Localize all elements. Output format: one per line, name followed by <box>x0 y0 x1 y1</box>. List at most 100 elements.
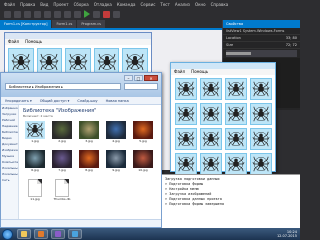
spider-image[interactable] <box>175 103 197 125</box>
properties-object-selector[interactable]: listView1 System.Windows.Forms <box>223 28 300 35</box>
form-menu-item[interactable]: Помощь <box>191 69 208 75</box>
spider-image[interactable] <box>175 153 197 175</box>
new-project-icon[interactable] <box>24 10 31 18</box>
clock-date[interactable]: 12.07.2015 <box>277 234 297 239</box>
save-all-icon[interactable] <box>54 10 61 18</box>
property-value[interactable]: 33; 80 <box>286 35 300 41</box>
menu-item[interactable]: Сборка <box>74 2 89 7</box>
menu-item[interactable]: Проект <box>53 2 68 7</box>
image-thumbnail <box>106 121 126 139</box>
document-tab[interactable]: Program.cs <box>77 20 105 28</box>
image-thumbnail <box>133 150 153 168</box>
taskbar-button-media[interactable] <box>34 229 48 239</box>
spider-image[interactable] <box>225 128 247 150</box>
spider-image[interactable] <box>200 128 222 150</box>
thumbnail-item[interactable]: 10.jpg <box>131 150 155 176</box>
thumbnail-item[interactable]: 9.jpg <box>104 150 128 176</box>
taskbar-button-app[interactable] <box>68 229 82 239</box>
menu-item[interactable]: Отладка <box>94 2 112 7</box>
thumbnail-item[interactable]: 8.jpg <box>77 150 101 176</box>
menu-item[interactable]: Команда <box>117 2 136 7</box>
spider-image[interactable] <box>250 78 272 100</box>
toolbar-button[interactable]: Упорядочить ▾ <box>5 97 32 104</box>
menu-item[interactable]: Тест <box>160 2 169 7</box>
menu-item[interactable]: Вид <box>40 2 48 7</box>
library-status-bar <box>1 219 161 227</box>
spider-image[interactable] <box>250 103 272 125</box>
thumbnail-item[interactable]: 6.jpg <box>23 150 47 176</box>
start-button[interactable] <box>2 228 13 240</box>
menu-item[interactable]: Файл <box>4 2 15 7</box>
open-icon[interactable] <box>34 10 41 18</box>
form-menu-item[interactable]: Помощь <box>25 39 42 45</box>
spider-image[interactable] <box>175 128 197 150</box>
start-debug-icon[interactable] <box>84 10 90 18</box>
properties-slider[interactable] <box>226 50 297 57</box>
thumbnail-item[interactable]: 5.jpg <box>131 121 155 147</box>
thumbnail-grid: 1.jpg 2.jpg 3.jpg 4.jpg 5.jpg 6.jpg 7.jpg 8.jpg… <box>23 121 159 205</box>
library-window: – □ ✕ Библиотеки ▸ Изображения ▸ Упорядо… <box>0 72 162 228</box>
undo-icon[interactable] <box>64 10 71 18</box>
thumbnail-item[interactable]: 11.jpg <box>23 179 47 205</box>
pause-icon[interactable] <box>93 10 100 18</box>
taskbar-button-explorer[interactable] <box>17 229 31 239</box>
thumbnail-label: 8.jpg <box>85 168 93 172</box>
thumbnail-label: 11.jpg <box>30 197 40 201</box>
form-menu-item[interactable]: Файл <box>8 39 19 45</box>
spider-image[interactable] <box>225 153 247 175</box>
search-input[interactable] <box>124 83 158 90</box>
image-thumbnail <box>106 150 126 168</box>
minimize-button[interactable]: – <box>124 75 133 81</box>
spider-image[interactable] <box>225 103 247 125</box>
save-icon[interactable] <box>44 10 51 18</box>
spider-image[interactable] <box>250 153 272 175</box>
spider-image[interactable] <box>175 78 197 100</box>
running-image-grid <box>171 75 275 178</box>
close-button[interactable]: ✕ <box>144 75 158 81</box>
forward-icon[interactable] <box>14 10 21 18</box>
spider-image[interactable] <box>250 128 272 150</box>
spider-image[interactable] <box>200 153 222 175</box>
restart-icon[interactable] <box>113 10 120 18</box>
property-value[interactable]: 72; 72 <box>286 42 300 48</box>
menu-item[interactable]: Окно <box>195 2 206 7</box>
library-heading: Библиотека "Изображения" <box>23 108 97 114</box>
form-menu-item[interactable]: Файл <box>174 69 185 75</box>
library-content: Библиотека "Изображения" Включает: 2 мес… <box>19 105 161 227</box>
maximize-button[interactable]: □ <box>134 75 143 81</box>
stop-debug-icon[interactable] <box>103 10 110 18</box>
toolbar-button[interactable]: Новая папка <box>106 97 129 104</box>
toolbar-button[interactable]: Общий доступ ▾ <box>40 97 70 104</box>
nav-item[interactable]: Сеть <box>1 177 18 183</box>
image-thumbnail <box>52 121 72 139</box>
spider-image[interactable] <box>200 78 222 100</box>
thumbnail-item[interactable]: Thumbs.db <box>50 179 74 205</box>
thumbnail-item[interactable]: 4.jpg <box>104 121 128 147</box>
spider-image[interactable] <box>225 78 247 100</box>
thumbnail-item[interactable]: 7.jpg <box>50 150 74 176</box>
app-icon <box>21 231 27 237</box>
image-thumbnail <box>79 121 99 139</box>
redo-icon[interactable] <box>74 10 81 18</box>
document-tab[interactable]: Form1.cs <box>52 20 77 28</box>
document-tab[interactable]: Form1.cs [Конструктор] <box>0 20 52 28</box>
menu-item[interactable]: Сервис <box>140 2 155 7</box>
toolbar-button[interactable]: Слайд-шоу <box>77 97 97 104</box>
menu-item[interactable]: Справка <box>211 2 229 7</box>
vs-menubar: Файл Правка Вид Проект Сборка Отладка Команда С… <box>0 0 300 8</box>
spider-image[interactable] <box>200 103 222 125</box>
taskbar: 10:24 12.07.2015 <box>0 228 300 240</box>
menu-item[interactable]: Правка <box>20 2 35 7</box>
taskbar-button-visual-studio[interactable] <box>51 229 65 239</box>
address-bar[interactable]: Библиотеки ▸ Изображения ▸ <box>5 83 121 90</box>
back-icon[interactable] <box>4 10 11 18</box>
thumbnail-item[interactable]: 3.jpg <box>77 121 101 147</box>
library-subheading: Включает: 2 места <box>23 114 53 118</box>
property-row[interactable]: Location 33; 80 <box>223 35 300 42</box>
thumbnail-label: 10.jpg <box>138 168 148 172</box>
thumbnail-item[interactable]: 1.jpg <box>23 121 47 147</box>
running-form[interactable]: Файл Помощь <box>170 62 276 175</box>
thumbnail-item[interactable]: 2.jpg <box>50 121 74 147</box>
property-row[interactable]: Size 72; 72 <box>223 42 300 49</box>
menu-item[interactable]: Анализ <box>175 2 190 7</box>
